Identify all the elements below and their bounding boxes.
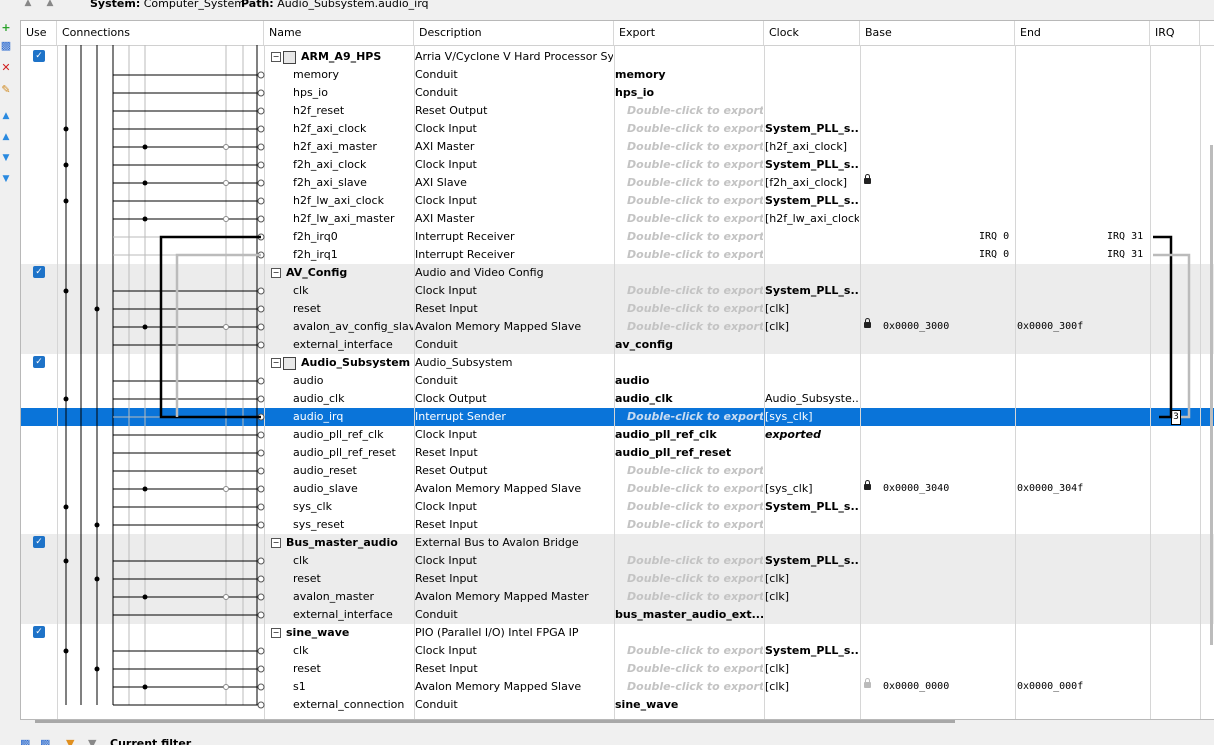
move-down-icon[interactable]: ▼ [0, 152, 12, 164]
connect-icon[interactable]: ▩ [0, 40, 12, 52]
connection-dot [142, 324, 148, 330]
port-endpoint [257, 323, 265, 331]
port-endpoint [257, 179, 265, 187]
path-label: Path: Audio_Subsystem.audio_irq [241, 0, 429, 10]
port-endpoint [257, 197, 265, 205]
port-endpoint [257, 647, 265, 655]
port-endpoint [257, 557, 265, 565]
irq-wire-0-right [1153, 235, 1173, 419]
filter-hierarchy-icon[interactable]: ▩ [20, 737, 30, 745]
filter-clear-icon[interactable]: ▼ [88, 737, 96, 745]
port-endpoint [257, 485, 265, 493]
system-path-bar: ▲ ▲ System: Computer_System Path: Audio_… [0, 0, 1214, 12]
irq-wire-1 [175, 253, 261, 417]
port-endpoint [257, 377, 265, 385]
filter-label: Current filter [110, 737, 192, 745]
connection-dot [63, 198, 69, 204]
add-icon[interactable]: + [0, 22, 12, 34]
connection-dot [63, 162, 69, 168]
connection-dot [63, 126, 69, 132]
port-endpoint [257, 701, 265, 709]
filter-connect-icon[interactable]: ▩ [40, 737, 50, 745]
port-endpoint [257, 611, 265, 619]
left-toolbar: + ▩ ✕ ✎ ▲ ▲ ▼ ▼ [0, 18, 14, 198]
system-contents-table: Use Connections Name Description Export … [20, 20, 1214, 720]
port-endpoint [257, 341, 265, 349]
horizontal-scrollbar[interactable] [35, 720, 955, 723]
port-endpoint [257, 683, 265, 691]
connection-dot [223, 684, 229, 690]
connection-dot [63, 648, 69, 654]
connection-dot [63, 504, 69, 510]
connection-dot [63, 558, 69, 564]
connection-dot [223, 180, 229, 186]
connection-dot [142, 594, 148, 600]
port-endpoint [257, 89, 265, 97]
port-endpoint [257, 161, 265, 169]
port-endpoint [257, 593, 265, 601]
port-endpoint [257, 665, 265, 673]
connection-dot [142, 144, 148, 150]
port-endpoint [257, 503, 265, 511]
connection-dot [223, 324, 229, 330]
port-endpoint [257, 449, 265, 457]
port-endpoint [257, 431, 265, 439]
connection-dot [94, 666, 100, 672]
port-endpoint [257, 521, 265, 529]
connection-dot [223, 144, 229, 150]
connection-dot [223, 594, 229, 600]
connection-dot [94, 576, 100, 582]
port-endpoint [257, 125, 265, 133]
connection-dot [94, 306, 100, 312]
connection-dot [63, 396, 69, 402]
port-endpoint [257, 71, 265, 79]
vertical-scrollbar[interactable] [1210, 145, 1213, 645]
connection-dot [223, 486, 229, 492]
move-top-icon[interactable]: ▲ [0, 110, 12, 122]
move-up-icon[interactable]: ▲ [0, 131, 12, 143]
nav-back-icon[interactable]: ▲ [22, 0, 34, 10]
system-label: System: Computer_System [90, 0, 245, 10]
connection-dot [142, 486, 148, 492]
connection-dot [142, 684, 148, 690]
nav-up-icon[interactable]: ▲ [44, 0, 56, 10]
filter-bar: ▩ ▩ ▼ ▼ Current filter [20, 733, 420, 745]
port-endpoint [257, 467, 265, 475]
connection-dot [223, 216, 229, 222]
edit-icon[interactable]: ✎ [0, 84, 12, 96]
move-bottom-icon[interactable]: ▼ [0, 173, 12, 185]
port-endpoint [257, 305, 265, 313]
connection-dot [94, 522, 100, 528]
connection-lines[interactable] [21, 21, 1214, 719]
port-endpoint [257, 287, 265, 295]
port-endpoint [257, 575, 265, 583]
port-endpoint [257, 395, 265, 403]
connection-dot [142, 180, 148, 186]
filter-funnel-icon[interactable]: ▼ [66, 737, 74, 745]
connection-dot [142, 216, 148, 222]
port-endpoint [257, 107, 265, 115]
remove-icon[interactable]: ✕ [0, 62, 12, 74]
port-endpoint [257, 215, 265, 223]
connection-dot [63, 288, 69, 294]
port-endpoint [257, 143, 265, 151]
